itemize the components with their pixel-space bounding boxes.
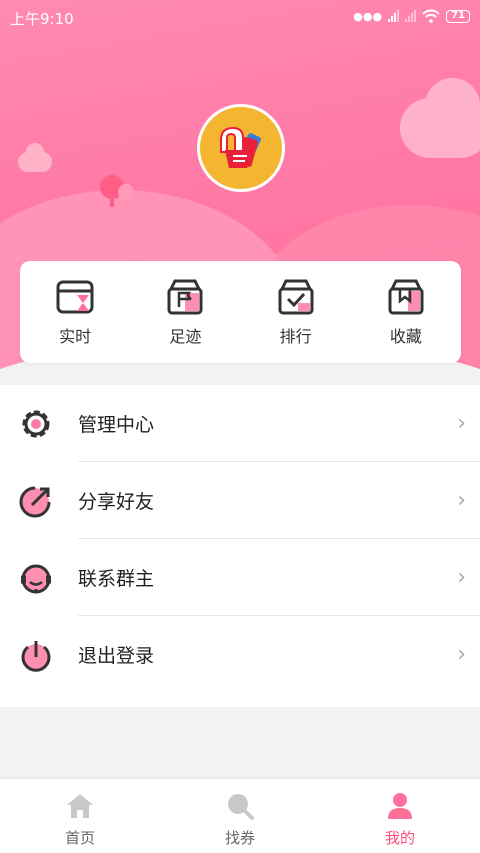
tree-decoration [118, 184, 134, 200]
chevron-right-icon: › [457, 565, 466, 590]
tab-home[interactable]: 首页 [20, 779, 140, 853]
handshake-logo-icon [220, 126, 261, 168]
home-icon [67, 794, 93, 818]
quick-action-label: 收藏 [389, 327, 422, 346]
quick-action-label: 实时 [59, 327, 92, 346]
quick-action-realtime[interactable]: 实时 [30, 277, 120, 347]
search-icon [228, 794, 254, 820]
cloud-decoration [18, 143, 52, 172]
tab-find-coupons[interactable]: 找券 [180, 779, 300, 853]
tab-label: 找券 [224, 829, 255, 847]
status-bar: 上午9:10 ●●● 71 [0, 0, 480, 34]
menu-item-label: 退出登录 [78, 645, 155, 667]
quick-action-footprint[interactable]: 足迹 [140, 277, 230, 347]
hourglass-box-icon [56, 280, 94, 314]
menu-item-label: 分享好友 [78, 491, 155, 513]
check-box-icon [278, 279, 314, 315]
quick-action-favorites[interactable]: 收藏 [361, 277, 451, 347]
quick-actions-card: 实时 足迹 排行 收藏 [20, 261, 461, 363]
flag-box-icon [167, 279, 203, 315]
chevron-right-icon: › [457, 488, 466, 513]
cloud-decoration [400, 78, 480, 158]
quick-action-label: 排行 [279, 327, 312, 346]
chevron-right-icon: › [457, 411, 466, 436]
tab-label: 我的 [384, 829, 415, 847]
battery-indicator: 71 [446, 9, 470, 23]
signal-icon [388, 10, 400, 22]
headset-icon [21, 564, 51, 594]
menu-item-admin-center[interactable]: 管理中心 › [0, 385, 480, 462]
menu-item-label: 联系群主 [78, 568, 155, 590]
wifi-icon [422, 9, 440, 23]
menu-item-share-friends[interactable]: 分享好友 › [0, 462, 480, 539]
menu-item-logout[interactable]: 退出登录 › [0, 616, 480, 693]
bottom-tab-bar: 首页 找券 我的 [0, 778, 480, 853]
settings-menu: 管理中心 › 分享好友 › 联系群主 › 退出登录 › [0, 385, 480, 707]
tab-label: 首页 [64, 829, 95, 847]
signal-icon [405, 10, 417, 22]
status-icons: ●●● 71 [353, 9, 470, 23]
avatar[interactable] [197, 104, 285, 192]
more-dots-icon: ●●● [353, 9, 383, 23]
share-arrow-icon [19, 486, 51, 518]
quick-action-label: 足迹 [169, 327, 202, 346]
quick-action-ranking[interactable]: 排行 [251, 277, 341, 347]
gear-icon [22, 410, 50, 438]
chevron-right-icon: › [457, 642, 466, 667]
status-time: 上午9:10 [10, 10, 74, 28]
bookmark-box-icon [388, 279, 424, 315]
power-icon [21, 641, 51, 672]
person-icon [388, 793, 412, 819]
menu-item-contact-owner[interactable]: 联系群主 › [0, 539, 480, 616]
menu-item-label: 管理中心 [78, 414, 155, 436]
tab-mine[interactable]: 我的 [340, 779, 460, 853]
